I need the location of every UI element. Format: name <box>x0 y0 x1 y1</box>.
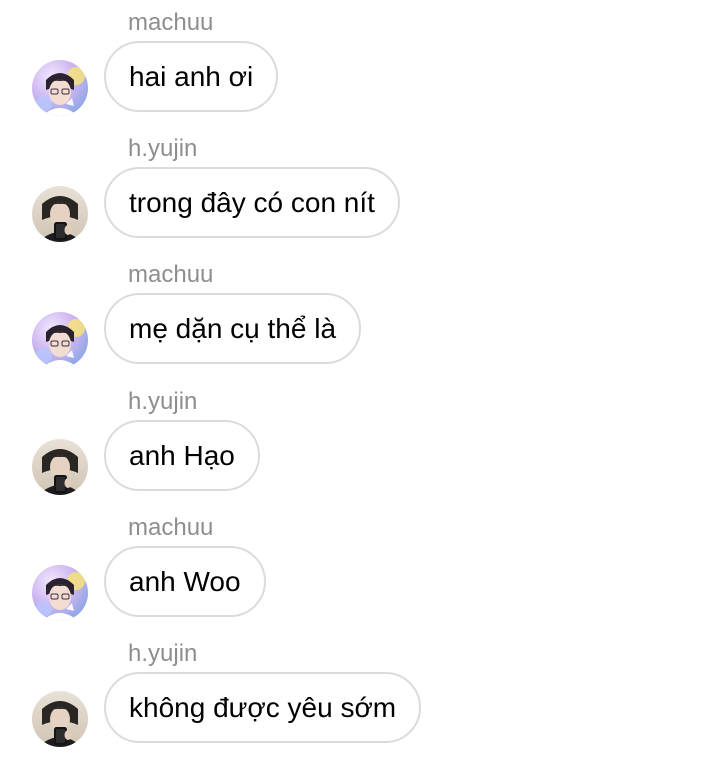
message-group: machuu hai anh ơi <box>0 0 720 126</box>
message-bubble[interactable]: mẹ dặn cụ thể là <box>104 293 362 364</box>
message-bubble[interactable]: không được yêu sớm <box>104 672 422 743</box>
message-group: h.yujin trong đây có con nít <box>0 126 720 252</box>
message-text: hai anh ơi <box>129 60 254 92</box>
message-text: không được yêu sớm <box>129 691 397 723</box>
message-bubble[interactable]: hai anh ơi <box>104 41 279 112</box>
message-text: mẹ dặn cụ thể là <box>129 312 337 344</box>
sender-name: h.yujin <box>128 640 198 667</box>
sender-name: machuu <box>128 261 214 288</box>
message-bubble[interactable]: anh Woo <box>104 546 266 617</box>
message-bubble[interactable]: anh Hạo <box>104 420 260 491</box>
sender-name: machuu <box>128 514 214 541</box>
message-group: machuu anh Woo <box>0 505 720 631</box>
machuu-avatar[interactable] <box>32 565 88 621</box>
chat-thread: machuu hai anh ơi h.yujin trong đây có c… <box>0 0 720 759</box>
sender-name: machuu <box>128 9 214 36</box>
hyujin-avatar[interactable] <box>32 186 88 242</box>
message-group: machuu mẹ dặn cụ thể là <box>0 252 720 378</box>
message-text: trong đây có con nít <box>129 186 375 218</box>
message-group: h.yujin anh Hạo <box>0 379 720 505</box>
machuu-avatar[interactable] <box>32 312 88 368</box>
machuu-avatar[interactable] <box>32 60 88 116</box>
sender-name: h.yujin <box>128 135 198 162</box>
hyujin-avatar[interactable] <box>32 439 88 495</box>
message-text: anh Hạo <box>129 439 235 471</box>
hyujin-avatar[interactable] <box>32 691 88 747</box>
sender-name: h.yujin <box>128 388 198 415</box>
message-text: anh Woo <box>129 565 241 597</box>
message-group: h.yujin không được yêu sớm <box>0 631 720 757</box>
message-bubble[interactable]: trong đây có con nít <box>104 167 400 238</box>
